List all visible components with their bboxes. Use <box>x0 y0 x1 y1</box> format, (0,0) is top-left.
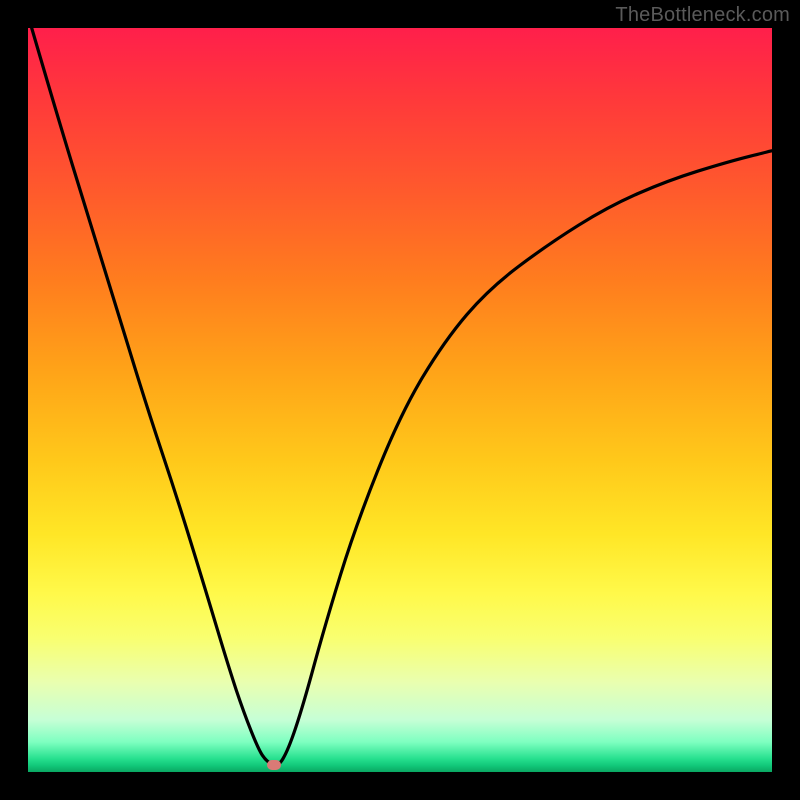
optimum-marker <box>267 760 281 770</box>
watermark-text: TheBottleneck.com <box>615 4 790 27</box>
bottleneck-curve <box>28 28 772 772</box>
plot-area <box>28 28 772 772</box>
chart-frame: TheBottleneck.com <box>0 0 800 800</box>
curve-path <box>32 28 772 766</box>
